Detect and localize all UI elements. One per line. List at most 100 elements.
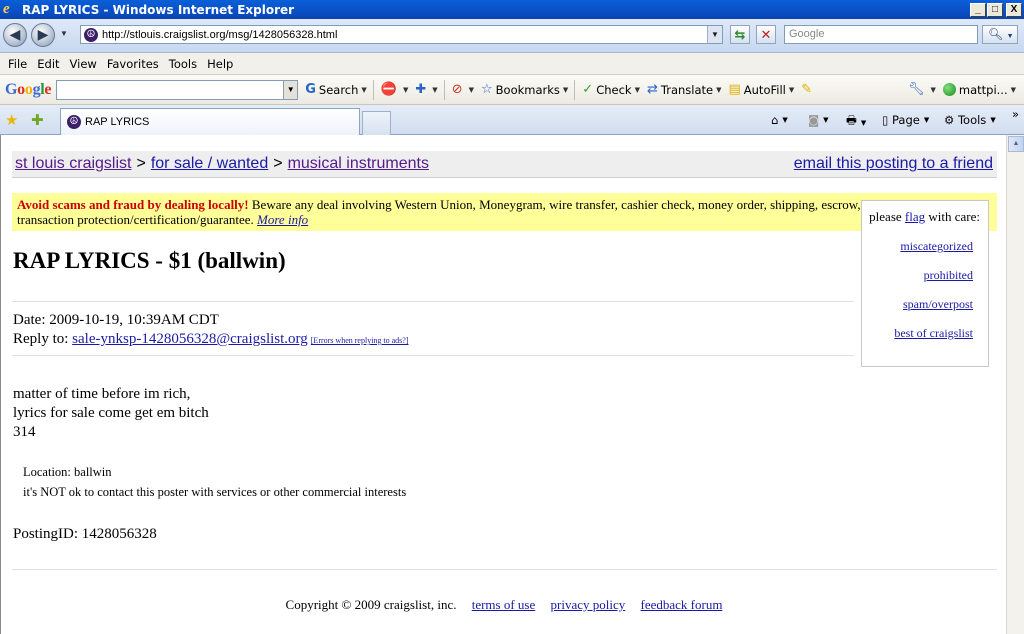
tools-menu-button[interactable]: ⚙ Tools ▼ (944, 113, 996, 127)
toolbar-settings-button[interactable]: 🔧︎ ▼ (908, 82, 936, 97)
recent-pages-dropdown-icon[interactable]: ▼ (60, 29, 68, 38)
translate-icon: ⇄ (646, 82, 658, 97)
google-search-input[interactable]: ▼ (56, 79, 299, 100)
new-tab-button[interactable] (362, 111, 391, 135)
page-label: Page (892, 113, 920, 127)
feedback-link[interactable]: feedback forum (641, 597, 723, 612)
rss-icon: ◙ (808, 113, 820, 127)
flag-miscategorized-link[interactable]: miscategorized (862, 239, 988, 254)
email-posting-link[interactable]: email this posting to a friend (794, 155, 993, 173)
chevron-down-icon[interactable]: ▼ (563, 86, 568, 94)
flag-prohibited-link[interactable]: prohibited (862, 268, 988, 283)
breadcrumb-section-link[interactable]: for sale / wanted (151, 155, 268, 173)
google-logo[interactable]: Google (5, 81, 52, 99)
menu-favorites[interactable]: Favorites (102, 57, 164, 71)
page-menu-button[interactable]: ▯ Page ▼ (882, 113, 929, 127)
vertical-scrollbar[interactable]: ▲ (1006, 135, 1024, 634)
forward-button[interactable]: ▶ (31, 23, 55, 47)
back-button[interactable]: ◀ (3, 23, 27, 47)
breadcrumb-site-link[interactable]: st louis craigslist (15, 155, 131, 173)
chevron-down-icon[interactable]: ▼ (283, 80, 298, 99)
search-input[interactable]: Google (784, 25, 978, 44)
spell-check-button[interactable]: ✓ Check ▼ (582, 82, 640, 97)
print-button[interactable]: 🖶︎ ▼ (846, 113, 866, 132)
maximize-button[interactable]: □ (987, 2, 1003, 17)
minimize-button[interactable]: _ (970, 2, 986, 17)
reply-email-link[interactable]: sale-ynksp-1428056328@craigslist.org (72, 331, 308, 347)
footer: Copyright © 2009 craigslist, inc. terms … (1, 597, 1006, 613)
chevron-down-icon[interactable]: ▼ (930, 86, 935, 94)
chevron-down-icon[interactable]: ▼ (823, 116, 828, 124)
search-go-button[interactable]: 🔍︎ ▼ (982, 25, 1018, 44)
menu-tools[interactable]: Tools (164, 57, 202, 71)
toolbar-separator (443, 79, 445, 100)
blocked-popups-button[interactable]: ⊘ ▼ (452, 82, 474, 97)
google-search-button[interactable]: G Search ▼ (305, 82, 367, 97)
favorites-star-icon[interactable]: ★ (5, 111, 18, 129)
menu-view[interactable]: View (65, 57, 102, 71)
stop-button[interactable]: ✕ (756, 25, 776, 44)
menu-edit[interactable]: Edit (32, 57, 64, 71)
chevron-down-icon[interactable]: ▼ (924, 116, 929, 124)
chevron-down-icon[interactable]: ▼ (861, 119, 866, 127)
status-dot-icon (942, 83, 956, 96)
privacy-link[interactable]: privacy policy (551, 597, 626, 612)
spellcheck-icon: ✓ (582, 82, 594, 97)
search-options-dropdown-icon[interactable]: ▼ (1007, 33, 1014, 40)
chevron-down-icon[interactable]: ▼ (469, 86, 474, 94)
chevron-down-icon[interactable]: ▼ (1011, 86, 1016, 94)
menu-help[interactable]: Help (202, 57, 238, 71)
toolbar-separator (574, 79, 576, 100)
chevron-down-icon[interactable]: ▼ (782, 116, 787, 124)
highlight-button[interactable]: ✎ (801, 82, 815, 97)
contact-policy-item: it's NOT ok to contact this poster with … (23, 485, 407, 499)
url-field[interactable]: ☮ http://stlouis.craigslist.org/msg/1428… (80, 25, 723, 44)
add-favorite-icon[interactable]: ✚ (31, 111, 44, 129)
page-title: RAP LYRICS - $1 (ballwin) (13, 248, 286, 273)
reply-errors-link[interactable]: [Errors when replying to ads?] (311, 336, 409, 345)
account-button[interactable]: mattpi... ▼ (942, 83, 1016, 97)
chevron-down-icon[interactable]: ▼ (432, 86, 437, 94)
chevron-down-icon[interactable]: ▼ (789, 86, 794, 94)
chevron-down-icon[interactable]: ▼ (403, 86, 408, 94)
scam-warning-heading: Avoid scams and fraud by dealing locally… (17, 197, 249, 212)
flag-spam-link[interactable]: spam/overpost (862, 297, 988, 312)
add-button[interactable]: ✚ ▼ (415, 82, 437, 97)
home-button[interactable]: ⌂ ▼ (771, 113, 788, 127)
url-dropdown-icon[interactable]: ▼ (707, 26, 722, 43)
terms-link[interactable]: terms of use (472, 597, 536, 612)
menu-file[interactable]: File (3, 57, 32, 71)
internet-explorer-icon: e (3, 1, 10, 17)
more-info-link[interactable]: More info (257, 212, 308, 227)
chevron-down-icon[interactable]: ▼ (716, 86, 721, 94)
address-bar: ◀ ▶ ▼ ☮ http://stlouis.craigslist.org/ms… (0, 19, 1024, 53)
flag-link[interactable]: flag (905, 209, 925, 224)
breadcrumb-separator: > (273, 155, 283, 172)
more-commands-icon[interactable]: » (1012, 107, 1019, 121)
chevron-down-icon[interactable]: ▼ (635, 86, 640, 94)
reply-line: Reply to: sale-ynksp-1428056328@craigsli… (13, 330, 409, 350)
scroll-up-arrow-icon[interactable]: ▲ (1008, 136, 1024, 152)
flag-suffix: with care: (925, 209, 980, 224)
autofill-button[interactable]: ▤ AutoFill ▼ (728, 82, 794, 97)
search-label: Search (318, 82, 359, 97)
translate-button[interactable]: ⇄ Translate ▼ (647, 82, 722, 97)
google-toolbar: Google ▼ G Search ▼ ⛔ ▼ ✚ ▼ ⊘ ▼ ☆ Bookma… (0, 75, 1024, 105)
url-text[interactable]: http://stlouis.craigslist.org/msg/142805… (102, 29, 707, 41)
flag-prefix: please (869, 209, 905, 224)
tab-rap-lyrics[interactable]: ☮ RAP LYRICS (60, 108, 360, 135)
popup-blocker-button[interactable]: ⛔ ▼ (381, 82, 409, 97)
refresh-button[interactable]: ⇆ (730, 25, 750, 44)
tab-label: RAP LYRICS (85, 116, 150, 128)
divider (12, 301, 854, 302)
chevron-down-icon[interactable]: ▼ (361, 86, 366, 94)
flag-best-of-link[interactable]: best of craigslist (862, 326, 988, 341)
page-icon: ▯ (882, 113, 889, 127)
bookmarks-button[interactable]: ☆ Bookmarks ▼ (481, 82, 568, 97)
close-button[interactable]: X (1006, 2, 1022, 17)
flag-header: please flag with care: (862, 209, 988, 225)
breadcrumb-category-link[interactable]: musical instruments (288, 155, 429, 173)
chevron-down-icon[interactable]: ▼ (990, 116, 995, 124)
reply-label: Reply to: (13, 331, 73, 347)
feeds-button[interactable]: ◙ ▼ (808, 113, 829, 127)
